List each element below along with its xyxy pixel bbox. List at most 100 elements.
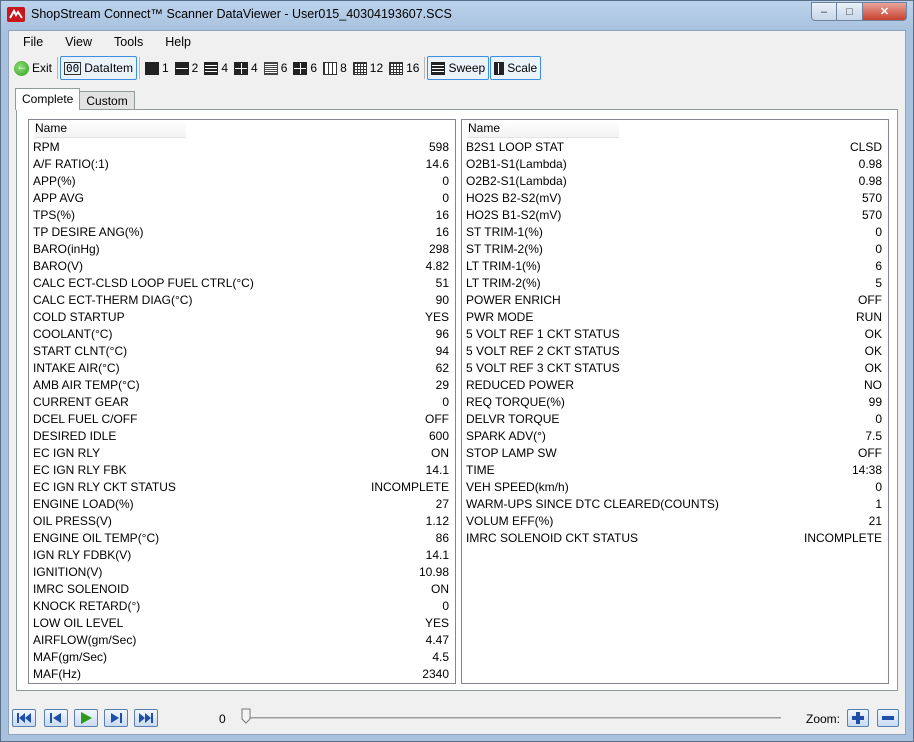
table-row[interactable]: ST TRIM-2(%) 0 (462, 240, 888, 257)
sweep-button[interactable]: Sweep (427, 56, 490, 80)
timeline-slider-track[interactable] (243, 717, 781, 719)
left-column-header[interactable]: Name (29, 120, 455, 138)
table-row[interactable]: TPS(%) 16 (29, 206, 455, 223)
menu-help[interactable]: Help (151, 35, 199, 49)
table-row[interactable]: LT TRIM-1(%) 6 (462, 257, 888, 274)
tab-complete[interactable]: Complete (15, 88, 81, 110)
right-data-list[interactable]: Name B2S1 LOOP STAT CLSD O2B1-S1(Lambda) 0.… (461, 119, 889, 684)
dataitem-button[interactable]: 00 DataItem (60, 56, 137, 80)
last-frame-button[interactable] (134, 709, 158, 727)
table-row[interactable]: WARM-UPS SINCE DTC CLEARED(COUNTS) 1 (462, 495, 888, 512)
row-value: 570 (861, 207, 882, 222)
close-button[interactable]: ✕ (863, 2, 907, 21)
table-row[interactable]: DESIRED IDLE 600 (29, 427, 455, 444)
tab-custom[interactable]: Custom (79, 91, 135, 110)
table-row[interactable]: HO2S B1-S2(mV) 570 (462, 206, 888, 223)
table-row[interactable]: SPARK ADV(°) 7.5 (462, 427, 888, 444)
table-row[interactable]: BARO(V) 4.82 (29, 257, 455, 274)
zoom-in-button[interactable] (847, 709, 869, 727)
table-row[interactable]: ENGINE OIL TEMP(°C) 86 (29, 529, 455, 546)
table-row[interactable]: EC IGN RLY FBK 14.1 (29, 461, 455, 478)
previous-frame-button[interactable] (44, 709, 68, 727)
first-frame-button[interactable] (12, 709, 36, 727)
layout-2-button[interactable]: 2 (172, 56, 202, 80)
layout-1-button[interactable]: 1 (142, 56, 172, 80)
left-data-list[interactable]: Name RPM 598 A/F RATIO(:1) 14.6 APP(%) 0 APP A… (28, 119, 456, 684)
layout-6-grid-button[interactable]: 6 (290, 56, 320, 80)
table-row[interactable]: 5 VOLT REF 2 CKT STATUS OK (462, 342, 888, 359)
table-row[interactable]: DCEL FUEL C/OFF OFF (29, 410, 455, 427)
table-row[interactable]: CALC ECT-THERM DIAG(°C) 90 (29, 291, 455, 308)
table-row[interactable]: IMRC SOLENOID ON (29, 580, 455, 597)
table-row[interactable]: HO2S B2-S2(mV) 570 (462, 189, 888, 206)
row-value: 0 (442, 173, 449, 188)
layout-6-list-button[interactable]: 6 (261, 56, 291, 80)
play-button[interactable] (74, 709, 98, 727)
table-row[interactable]: TP DESIRE ANG(%) 16 (29, 223, 455, 240)
table-row[interactable]: LOW OIL LEVEL YES (29, 614, 455, 631)
exit-button[interactable]: Exit (11, 56, 55, 80)
table-row[interactable]: APP AVG 0 (29, 189, 455, 206)
table-row[interactable]: 5 VOLT REF 3 CKT STATUS OK (462, 359, 888, 376)
table-row[interactable]: CURRENT GEAR 0 (29, 393, 455, 410)
table-row[interactable]: OIL PRESS(V) 1.12 (29, 512, 455, 529)
table-row[interactable]: STOP LAMP SW OFF (462, 444, 888, 461)
table-row[interactable]: COLD STARTUP YES (29, 308, 455, 325)
menu-tools[interactable]: Tools (100, 35, 151, 49)
table-row[interactable]: VEH SPEED(km/h) 0 (462, 478, 888, 495)
table-row[interactable]: AIRFLOW(gm/Sec) 4.47 (29, 631, 455, 648)
table-row[interactable]: A/F RATIO(:1) 14.6 (29, 155, 455, 172)
table-row[interactable]: AMB AIR TEMP(°C) 29 (29, 376, 455, 393)
timeline-slider-thumb[interactable] (241, 708, 251, 724)
table-row[interactable]: REDUCED POWER NO (462, 376, 888, 393)
app-logo-icon (7, 7, 25, 22)
menu-view[interactable]: View (51, 35, 100, 49)
table-row[interactable]: PWR MODE RUN (462, 308, 888, 325)
table-row[interactable]: ST TRIM-1(%) 0 (462, 223, 888, 240)
table-row[interactable]: TIME 14:38 (462, 461, 888, 478)
table-row[interactable]: B2S1 LOOP STAT CLSD (462, 138, 888, 155)
row-value: 0 (875, 224, 882, 239)
row-name: REDUCED POWER (466, 377, 575, 392)
table-row[interactable]: IGN RLY FDBK(V) 14.1 (29, 546, 455, 563)
table-row[interactable]: BARO(inHg) 298 (29, 240, 455, 257)
table-row[interactable]: VOLUM EFF(%) 21 (462, 512, 888, 529)
table-row[interactable]: IMRC SOLENOID CKT STATUS INCOMPLETE (462, 529, 888, 546)
table-row[interactable]: REQ TORQUE(%) 99 (462, 393, 888, 410)
table-row[interactable]: RPM 598 (29, 138, 455, 155)
table-row[interactable]: MAF(Hz) 2340 (29, 665, 455, 682)
layout-4-list-button[interactable]: 4 (201, 56, 231, 80)
table-row[interactable]: IGNITION(V) 10.98 (29, 563, 455, 580)
table-row[interactable]: EC IGN RLY CKT STATUS INCOMPLETE (29, 478, 455, 495)
table-row[interactable]: O2B1-S1(Lambda) 0.98 (462, 155, 888, 172)
layout-4-grid-button[interactable]: 4 (231, 56, 261, 80)
table-row[interactable]: INTAKE AIR(°C) 62 (29, 359, 455, 376)
layout-12-button[interactable]: 12 (350, 56, 386, 80)
right-column-header[interactable]: Name (462, 120, 888, 138)
table-row[interactable]: MAF(gm/Sec) 4.5 (29, 648, 455, 665)
table-row[interactable]: O2B2-S1(Lambda) 0.98 (462, 172, 888, 189)
row-value: YES (424, 309, 449, 324)
table-row[interactable]: EC IGN RLY ON (29, 444, 455, 461)
zoom-out-button[interactable] (877, 709, 899, 727)
table-row[interactable]: APP(%) 0 (29, 172, 455, 189)
next-frame-button[interactable] (104, 709, 128, 727)
toolbar-separator (424, 57, 426, 79)
layout-8-button[interactable]: 8 (320, 56, 350, 80)
table-row[interactable]: COOLANT(°C) 96 (29, 325, 455, 342)
table-row[interactable]: KNOCK RETARD(°) 0 (29, 597, 455, 614)
table-row[interactable]: CALC ECT-CLSD LOOP FUEL CTRL(°C) 51 (29, 274, 455, 291)
table-row[interactable]: POWER ENRICH OFF (462, 291, 888, 308)
table-row[interactable]: START CLNT(°C) 94 (29, 342, 455, 359)
layout-16-button[interactable]: 16 (386, 56, 422, 80)
table-row[interactable]: DELVR TORQUE 0 (462, 410, 888, 427)
row-name: BARO(inHg) (33, 241, 100, 256)
scale-button[interactable]: Scale (490, 56, 542, 80)
table-row[interactable]: 5 VOLT REF 1 CKT STATUS OK (462, 325, 888, 342)
row-name: CURRENT GEAR (33, 394, 129, 409)
minimize-button[interactable]: – (811, 2, 837, 21)
table-row[interactable]: LT TRIM-2(%) 5 (462, 274, 888, 291)
menu-file[interactable]: File (9, 35, 51, 49)
maximize-button[interactable]: □ (837, 2, 863, 21)
table-row[interactable]: ENGINE LOAD(%) 27 (29, 495, 455, 512)
